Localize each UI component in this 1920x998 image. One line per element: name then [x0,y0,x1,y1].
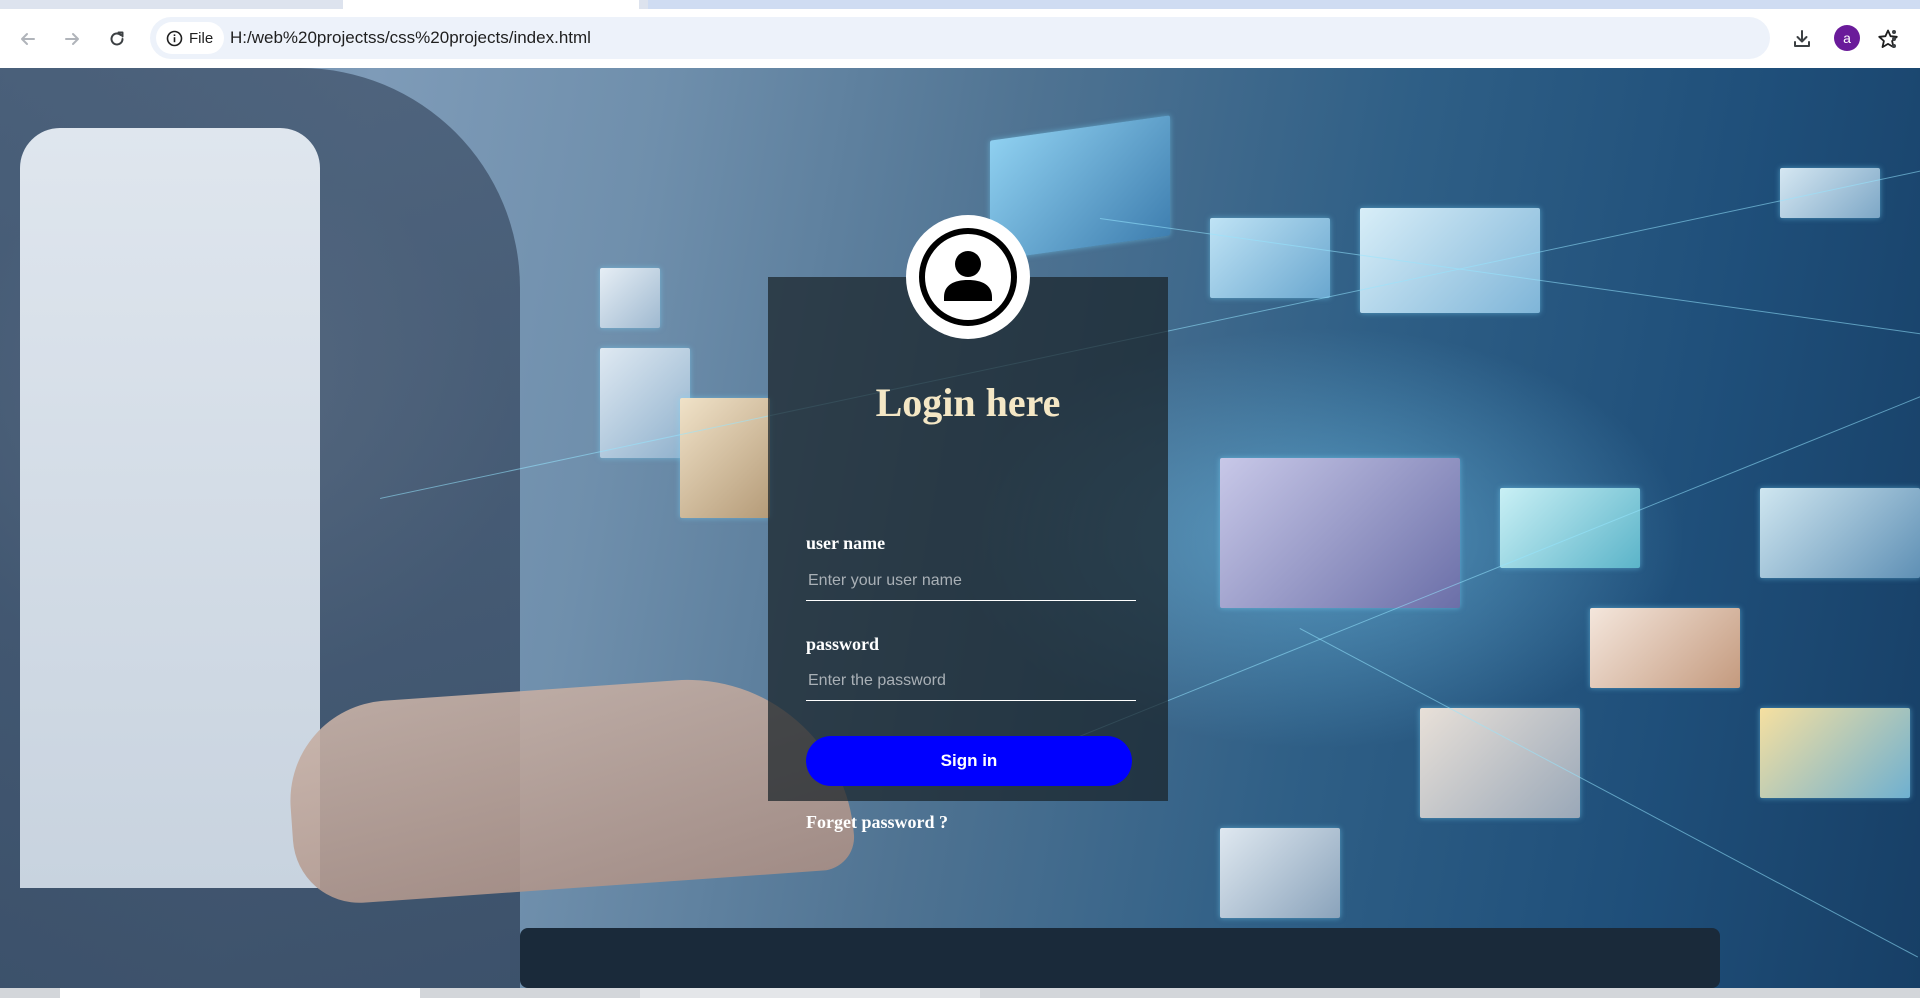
background-media-panel [1220,458,1460,608]
password-label: password [806,634,880,654]
browser-window: File H:/web%20projectss/css%20projects/i… [0,0,1920,998]
background-media-panel [1760,488,1920,578]
background-media-panel [1220,828,1340,918]
tab-strip [0,0,1920,9]
background-laptop [520,928,1720,988]
back-button[interactable] [12,23,44,55]
background-media-panel [1420,708,1580,818]
background-media-panel [680,398,770,518]
background-media-panel [1590,608,1740,688]
arrow-left-icon [21,33,35,45]
forgot-password-link[interactable]: Forget password ? [806,812,948,833]
background-media-panel [1780,168,1880,218]
address-bar[interactable]: File H:/web%20projectss/css%20projects/i… [150,17,1898,59]
bottom-status-bar [0,988,1920,998]
background-media-panel [1760,708,1910,798]
user-avatar-icon [919,228,1017,326]
background-media-panel [600,268,660,328]
bottom-bar-segment [640,988,980,998]
background-media-panel [1210,218,1330,298]
downloads-button[interactable] [1786,23,1818,55]
reload-button[interactable] [101,23,133,55]
login-avatar [906,215,1030,339]
profile-avatar[interactable]: a [1834,25,1860,51]
forward-button[interactable] [56,23,88,55]
browser-toolbar: File H:/web%20projectss/css%20projects/i… [0,9,1920,68]
download-icon [1794,30,1810,47]
reload-icon [110,31,124,46]
tab-inactive[interactable] [648,0,1920,9]
password-input[interactable] [806,661,1136,701]
profile-initial: a [1843,30,1851,46]
tab-active[interactable] [343,0,639,9]
arrow-right-icon [65,33,79,45]
info-icon [166,30,183,46]
background-shirt [20,128,320,888]
site-info-chip[interactable]: File [156,22,224,54]
background-media-panel [1360,208,1540,313]
login-title: Login here [875,380,1061,425]
url-text[interactable]: H:/web%20projectss/css%20projects/index.… [230,28,591,48]
site-chip-label: File [189,29,214,47]
kebab-menu-icon [1892,30,1896,48]
username-input[interactable] [806,561,1136,601]
background-media-panel [1500,488,1640,568]
username-label: user name [806,533,886,553]
bottom-bar-segment [60,988,420,998]
sign-in-button[interactable]: Sign in [806,736,1132,786]
browser-menu-button[interactable] [1878,23,1910,55]
